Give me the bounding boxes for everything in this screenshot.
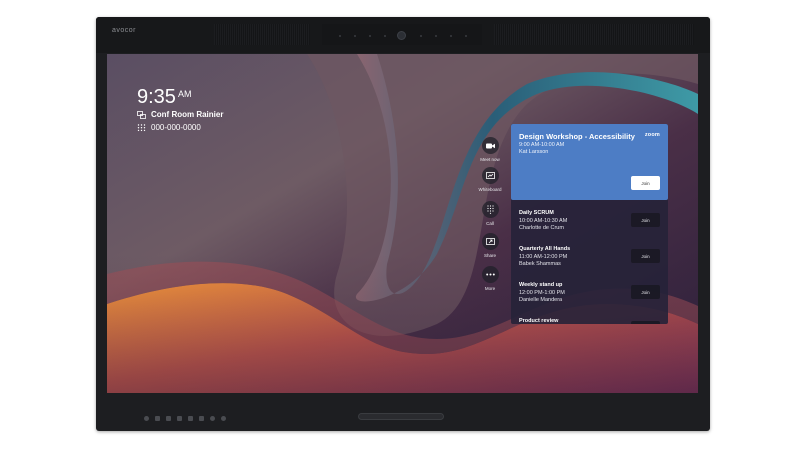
brand-logo: avocor (112, 27, 137, 34)
volume-down-icon[interactable] (166, 416, 171, 421)
more-dots-icon[interactable] (481, 266, 499, 283)
bezel-controls (144, 416, 226, 421)
rail-meet-now[interactable]: Meet now (477, 137, 503, 162)
sensor-dot (420, 35, 422, 37)
clock-ampm: AM (177, 89, 192, 99)
sensor-dot (369, 35, 371, 37)
join-button[interactable] (631, 321, 660, 324)
meeting-time: 10:00 AM-10:30 AM (519, 218, 568, 224)
meeting-title: Weekly stand up (519, 282, 563, 288)
meeting-list-item[interactable]: Daily SCRUM 10:00 AM-10:30 AM Charlotte … (511, 204, 668, 240)
clock-time: 9:35 (137, 86, 176, 108)
pen-tray (358, 413, 444, 420)
camera-lens-icon (397, 31, 406, 40)
meeting-organizer: Danielle Mandera (519, 297, 563, 303)
room-info: Conf Room Rainier (137, 110, 223, 119)
meeting-title: Quarterly All Hands (519, 246, 571, 252)
meeting-list-item[interactable]: Quarterly All Hands 11:00 AM-12:00 PM Ba… (511, 240, 668, 276)
home-button-icon[interactable] (188, 416, 193, 421)
power-button-icon[interactable] (144, 416, 149, 421)
join-button[interactable]: Join (631, 213, 660, 227)
input-button-icon[interactable] (155, 416, 160, 421)
rail-call[interactable]: Call (477, 201, 503, 226)
volume-up-icon[interactable] (177, 416, 182, 421)
sensor-dot (465, 35, 467, 37)
meeting-list-item[interactable]: Weekly stand up 12:00 PM-1:00 PM Daniell… (511, 276, 668, 312)
menu-button-icon[interactable] (199, 416, 204, 421)
sensor-dot (339, 35, 341, 37)
join-button[interactable]: Join (631, 285, 660, 299)
meeting-list-item[interactable]: Product review (511, 312, 668, 324)
whiteboard-icon[interactable] (481, 167, 499, 184)
rail-whiteboard[interactable]: Whiteboard (477, 167, 503, 192)
zoom-logo: zoom (644, 132, 660, 138)
featured-meeting-title: Design Workshop - Accessibility (519, 132, 635, 141)
sensor-icon (221, 416, 226, 421)
featured-meeting-organizer: Kat Larsson (519, 149, 549, 155)
featured-meeting-card[interactable]: Design Workshop - Accessibility zoom 9:0… (511, 124, 668, 200)
rail-share[interactable]: Share (477, 233, 503, 258)
meeting-title: Product review (519, 318, 559, 324)
sensor-dot (354, 35, 356, 37)
sensor-dot (384, 35, 386, 37)
meeting-time: 11:00 AM-12:00 PM (519, 254, 568, 260)
meeting-organizer: Babek Shammas (519, 261, 561, 267)
rail-more[interactable]: More (477, 266, 503, 291)
home-screen: 9:35 AM Conf Room Rainier 000-000-0000 Me… (107, 54, 698, 393)
meeting-organizer: Charlotte de Crum (519, 225, 564, 231)
join-button[interactable]: Join (631, 249, 660, 263)
dialpad-icon (137, 123, 146, 132)
room-icon (137, 110, 146, 119)
right-speaker-grille (494, 24, 694, 45)
rail-label-whiteboard: Whiteboard (478, 187, 502, 192)
meeting-title: Daily SCRUM (519, 210, 554, 216)
dialpad-icon[interactable] (481, 201, 499, 218)
sensor-dot (450, 35, 452, 37)
left-speaker-grille (214, 24, 310, 45)
phone-info: 000-000-0000 (137, 123, 201, 132)
rail-label-more: More (484, 286, 496, 291)
rail-label-share: Share (483, 253, 496, 258)
featured-join-button[interactable]: Join (631, 176, 660, 190)
rail-label-meet-now: Meet now (480, 157, 500, 162)
phone-number: 000-000-0000 (151, 123, 201, 132)
share-screen-icon[interactable] (481, 233, 499, 250)
featured-meeting-time: 9:00 AM-10:00 AM (519, 142, 565, 148)
clock: 9:35 AM (137, 86, 191, 109)
meetings-panel: Design Workshop - Accessibility zoom 9:0… (511, 124, 668, 324)
rail-label-call: Call (486, 221, 494, 226)
sensor-dot (435, 35, 437, 37)
video-camera-icon[interactable] (481, 137, 499, 154)
meeting-time: 12:00 PM-1:00 PM (519, 290, 565, 296)
room-name: Conf Room Rainier (151, 110, 224, 119)
sensor-icon (210, 416, 215, 421)
